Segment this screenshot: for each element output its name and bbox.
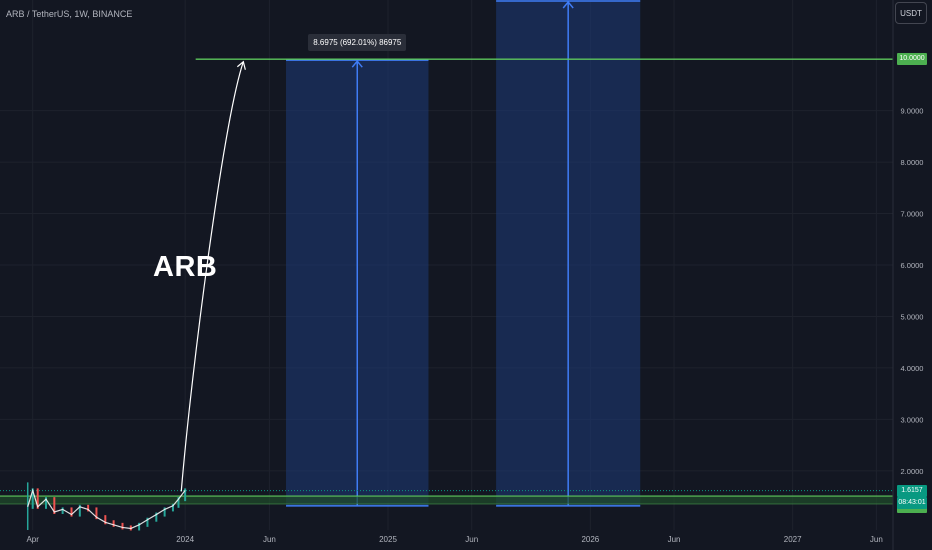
- chart-annotation-text: ARB: [153, 251, 218, 283]
- price-chart[interactable]: 2.0000 3.0000 4.0000 5.0000 6.0000 7.0000 8.00…: [0, 0, 932, 550]
- currency-button[interactable]: USDT: [895, 2, 927, 24]
- candle: [121, 522, 124, 530]
- y-tick-label: 6.0000: [901, 261, 924, 270]
- y-tick-label: 8.0000: [901, 158, 924, 167]
- symbol-title[interactable]: ARB / TetherUS, 1W, BINANCE: [6, 9, 132, 19]
- candle-countdown-tag: 08:43:01: [897, 496, 927, 509]
- grid: [0, 0, 893, 530]
- current-price-tag: 1.6157: [897, 484, 927, 497]
- y-tick-label: 7.0000: [901, 210, 924, 219]
- measure-label: 8.6975 (692.01%) 86975: [308, 34, 407, 52]
- y-tick-label: 2.0000: [901, 467, 924, 476]
- y-tick-label: 4.0000: [901, 364, 924, 373]
- measure-zones: [286, 0, 641, 507]
- price-series: [26, 482, 187, 531]
- x-tick-label: Jun: [668, 535, 681, 544]
- x-tick-label: Jun: [870, 535, 883, 544]
- x-tick-label: 2026: [581, 535, 599, 544]
- x-tick-label: Apr: [26, 535, 39, 544]
- x-tick-label: Jun: [465, 535, 478, 544]
- x-tick-label: Jun: [263, 535, 276, 544]
- support-band: [0, 496, 894, 505]
- candle: [61, 507, 64, 514]
- candle: [112, 520, 115, 527]
- candle: [184, 488, 187, 502]
- chart-panel[interactable]: 2.0000 3.0000 4.0000 5.0000 6.0000 7.0000 8.00…: [0, 0, 932, 550]
- horizontal-levels: [0, 58, 894, 505]
- x-tick-label: 2024: [176, 535, 194, 544]
- y-tick-label: 5.0000: [901, 312, 924, 321]
- target-price-tag: 10.0000: [897, 53, 927, 66]
- y-tick-label: 3.0000: [901, 415, 924, 424]
- x-tick-label: 2027: [784, 535, 802, 544]
- y-tick-label: 9.0000: [901, 107, 924, 116]
- x-tick-label: 2025: [379, 535, 397, 544]
